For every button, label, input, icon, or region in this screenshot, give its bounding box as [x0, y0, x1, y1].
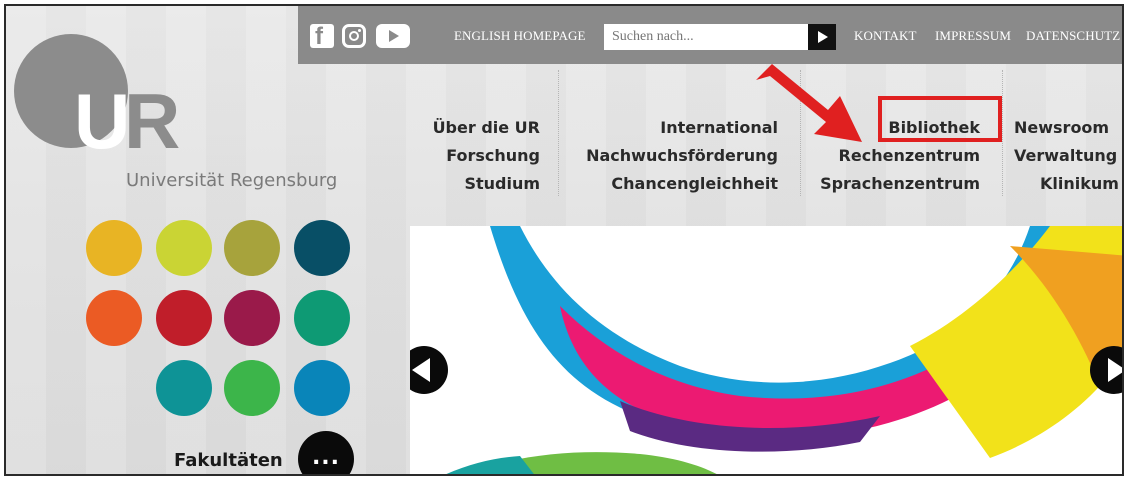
logo-letter-r: R	[124, 77, 181, 165]
nav-link-klinikum[interactable]: Klinikum	[1014, 170, 1119, 198]
colorful-ring-image	[446, 226, 1122, 474]
faculty-dot[interactable]	[294, 220, 350, 276]
kontakt-link[interactable]: KONTAKT	[854, 28, 916, 44]
nav-link-nachwuchsfoerderung[interactable]: Nachwuchsförderung	[586, 142, 778, 170]
faculty-dot[interactable]	[156, 290, 212, 346]
top-bar: f ENGLISH HOMEPAGE KONTAKT IMPRESSUM DAT…	[298, 6, 1122, 64]
datenschutz-link[interactable]: DATENSCHUTZ	[1026, 28, 1120, 44]
faculty-dot[interactable]	[156, 360, 212, 416]
nav-column-2: International Nachwuchsförderung Chancen…	[586, 114, 778, 198]
youtube-icon[interactable]	[376, 24, 410, 48]
faculty-dot[interactable]	[86, 220, 142, 276]
arrow-right-icon	[1108, 358, 1122, 382]
nav-link-ueber-die-ur[interactable]: Über die UR	[433, 114, 540, 142]
nav-link-rechenzentrum[interactable]: Rechenzentrum	[820, 142, 980, 170]
nav-link-international[interactable]: International	[586, 114, 778, 142]
faculty-dot[interactable]	[224, 220, 280, 276]
red-arrow-icon	[756, 64, 862, 142]
bibliothek-highlight-box	[878, 96, 1002, 142]
facebook-icon[interactable]: f	[310, 23, 334, 50]
screenshot-frame: f ENGLISH HOMEPAGE KONTAKT IMPRESSUM DAT…	[4, 4, 1124, 476]
search-submit-button[interactable]	[808, 24, 836, 50]
impressum-link[interactable]: IMPRESSUM	[935, 28, 1011, 44]
logo-letter-u: U	[74, 77, 131, 165]
university-name: Universität Regensburg	[126, 170, 338, 191]
nav-column-1: Über die UR Forschung Studium	[433, 114, 540, 198]
arrow-left-icon	[412, 358, 430, 382]
faculty-dot[interactable]	[294, 290, 350, 346]
search-input[interactable]	[604, 24, 804, 50]
english-homepage-link[interactable]: ENGLISH HOMEPAGE	[454, 28, 586, 44]
play-arrow-icon	[818, 31, 828, 43]
nav-link-studium[interactable]: Studium	[433, 170, 540, 198]
faculty-dot[interactable]	[86, 290, 142, 346]
nav-link-forschung[interactable]: Forschung	[433, 142, 540, 170]
nav-link-verwaltung[interactable]: Verwaltung	[1014, 142, 1119, 170]
search-box	[604, 24, 836, 50]
hero-slider	[410, 226, 1122, 474]
nav-column-4: Newsroom Verwaltung Klinikum	[1014, 114, 1119, 198]
faculty-dot[interactable]	[224, 290, 280, 346]
nav-separator	[1002, 70, 1003, 196]
faculty-dot[interactable]	[156, 220, 212, 276]
nav-link-newsroom[interactable]: Newsroom	[1014, 114, 1119, 142]
nav-link-sprachenzentrum[interactable]: Sprachenzentrum	[820, 170, 980, 198]
faculties-label[interactable]: Fakultäten	[174, 450, 283, 471]
nav-separator	[558, 70, 559, 196]
faculty-dot[interactable]	[224, 360, 280, 416]
faculty-dot[interactable]	[294, 360, 350, 416]
more-dots-icon: ...	[311, 445, 341, 470]
instagram-icon[interactable]	[342, 24, 366, 48]
nav-link-chancengleichheit[interactable]: Chancengleichheit	[586, 170, 778, 198]
